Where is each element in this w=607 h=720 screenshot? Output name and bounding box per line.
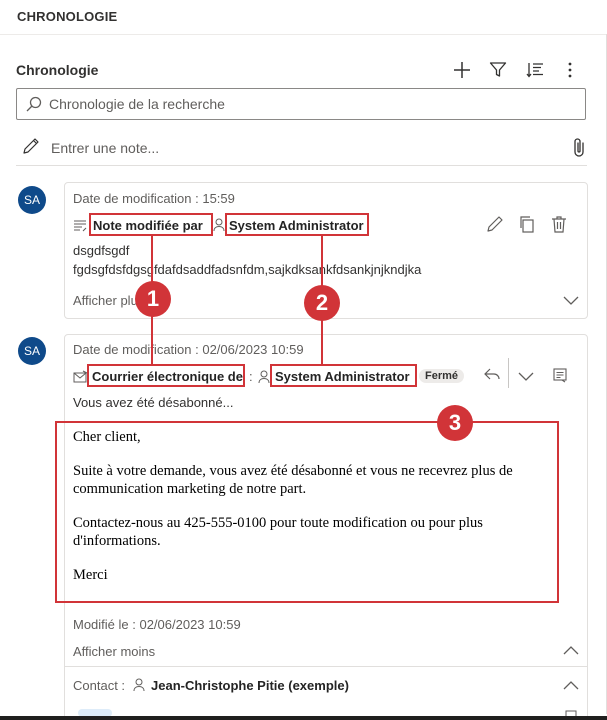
filter-icon[interactable] (486, 58, 510, 82)
email-from-label: Courrier électronique de (92, 369, 243, 384)
status-badge: Fermé (419, 369, 465, 383)
more-vertical-icon[interactable] (558, 58, 582, 82)
author-name[interactable]: System Administrator (229, 218, 364, 233)
delete-icon[interactable] (550, 215, 568, 238)
show-less-link[interactable]: Afficher moins (73, 644, 155, 659)
search-box[interactable] (16, 88, 586, 120)
callout-2: 2 (304, 285, 340, 321)
chevron-up-icon[interactable] (563, 644, 579, 662)
note-body-line: fgdsgfdsfdgsgfdafdsaddfadsnfdm,sajkdksan… (73, 262, 422, 277)
plus-icon[interactable] (450, 58, 474, 82)
person-icon (213, 218, 225, 237)
edit-icon[interactable] (486, 215, 504, 238)
sort-icon[interactable] (523, 58, 547, 82)
email-paragraph: Cher client, (73, 429, 141, 445)
chevron-down-icon[interactable] (563, 293, 579, 311)
bottom-edge (0, 716, 607, 720)
note-body-line: dsgdfsgdf (73, 243, 130, 258)
action-divider (508, 358, 509, 388)
callout-3: 3 (437, 405, 473, 441)
email-paragraph: Contactez-nous au 425-555-0100 pour tout… (73, 515, 483, 549)
modified-date: Date de modification : 02/06/2023 10:59 (73, 342, 304, 357)
open-record-icon[interactable] (552, 367, 568, 388)
card-divider (64, 666, 588, 667)
note-entry[interactable]: Entrer une note... (16, 132, 590, 164)
email-paragraph: Suite à votre demande, vous avez été dés… (73, 463, 513, 497)
search-input[interactable] (49, 93, 569, 115)
person-icon (133, 678, 145, 697)
pencil-icon (22, 137, 40, 160)
author-name[interactable]: System Administrator (275, 369, 410, 384)
search-icon (26, 96, 42, 117)
copy-icon[interactable] (518, 215, 536, 238)
avatar: SA (18, 337, 46, 365)
note-divider (16, 165, 587, 166)
modified-date: Date de modification : 15:59 (73, 191, 235, 206)
show-more-link[interactable]: Afficher plus (73, 293, 144, 308)
note-placeholder: Entrer une note... (51, 140, 160, 156)
modified-on: Modifié le : 02/06/2023 10:59 (73, 617, 241, 632)
section-header: CHRONOLOGIE (17, 9, 118, 24)
email-body: Cher client, Suite à votre demande, vous… (57, 421, 558, 602)
contact-label: Contact : (73, 678, 126, 693)
note-icon (73, 218, 87, 237)
avatar: SA (18, 186, 46, 214)
note-modified-by-label: Note modifiée par (93, 218, 203, 233)
email-paragraph: Merci (73, 567, 108, 583)
person-icon (258, 370, 270, 389)
email-preview: Vous avez été désabonné... (73, 395, 234, 410)
email-icon (73, 370, 88, 388)
chevron-down-icon[interactable] (518, 369, 534, 387)
paperclip-icon[interactable] (572, 137, 586, 162)
timeline-title: Chronologie (16, 62, 99, 78)
chevron-up-icon[interactable] (563, 679, 579, 697)
contact-name[interactable]: Jean-Christophe Pitie (exemple) (151, 678, 349, 693)
reply-icon[interactable] (483, 366, 501, 387)
callout-1: 1 (135, 281, 171, 317)
separator: : (249, 369, 253, 384)
header-divider (0, 34, 607, 35)
